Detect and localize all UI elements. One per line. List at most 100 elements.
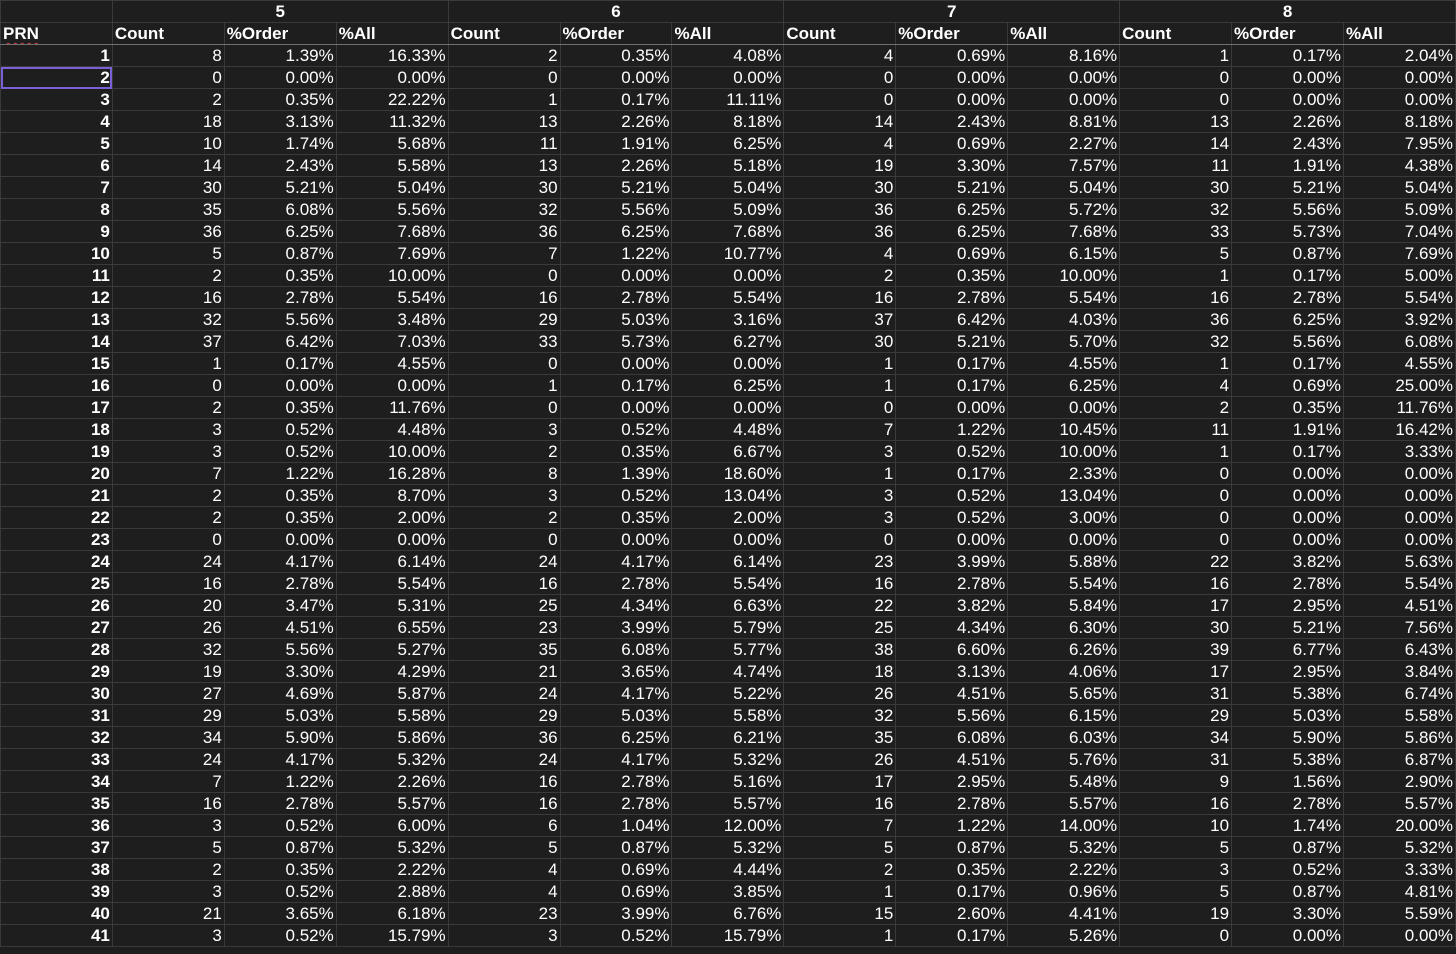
- count-cell[interactable]: 4: [447, 880, 561, 903]
- count-cell[interactable]: 3: [783, 506, 897, 529]
- order-pct-cell[interactable]: 1.91%: [559, 132, 673, 155]
- all-pct-cell[interactable]: 2.90%: [1342, 770, 1456, 793]
- all-pct-cell[interactable]: 3.48%: [335, 308, 449, 331]
- all-pct-cell[interactable]: 5.04%: [335, 176, 449, 199]
- count-cell[interactable]: 2: [447, 44, 561, 67]
- all-pct-cell[interactable]: 6.25%: [1007, 374, 1121, 397]
- count-cell[interactable]: 9: [1119, 770, 1233, 793]
- count-cell[interactable]: 7: [783, 814, 897, 837]
- count-cell[interactable]: 36: [783, 220, 897, 243]
- count-cell[interactable]: 21: [111, 902, 225, 925]
- count-cell[interactable]: 5: [1119, 242, 1233, 265]
- count-cell[interactable]: 16: [447, 770, 561, 793]
- count-cell[interactable]: 8: [111, 44, 225, 67]
- count-cell[interactable]: 17: [1119, 594, 1233, 617]
- order-pct-cell[interactable]: 5.03%: [223, 704, 337, 727]
- all-pct-cell[interactable]: 6.14%: [335, 550, 449, 573]
- prn-cell[interactable]: 22: [0, 506, 113, 529]
- all-pct-cell[interactable]: 5.63%: [1342, 550, 1456, 573]
- order-pct-cell[interactable]: 2.78%: [895, 792, 1009, 815]
- all-pct-cell[interactable]: 0.00%: [1007, 88, 1121, 111]
- order-pct-cell[interactable]: 0.35%: [223, 484, 337, 507]
- count-cell[interactable]: 5: [111, 836, 225, 859]
- all-pct-cell[interactable]: 12.00%: [671, 814, 785, 837]
- count-cell[interactable]: 30: [783, 176, 897, 199]
- all-pct-cell[interactable]: 16.33%: [335, 44, 449, 67]
- count-cell[interactable]: 5: [447, 836, 561, 859]
- count-cell[interactable]: 2: [111, 264, 225, 287]
- all-pct-cell[interactable]: 5.09%: [1342, 198, 1456, 221]
- order-pct-cell[interactable]: 1.56%: [1231, 770, 1344, 793]
- all-pct-cell[interactable]: 4.81%: [1342, 880, 1456, 903]
- all-pct-cell[interactable]: 5.04%: [671, 176, 785, 199]
- count-cell[interactable]: 23: [447, 616, 561, 639]
- count-cell[interactable]: 0: [447, 528, 561, 551]
- count-cell[interactable]: 15: [783, 902, 897, 925]
- all-pct-cell[interactable]: 20.00%: [1342, 814, 1456, 837]
- all-pct-cell[interactable]: 4.48%: [335, 418, 449, 441]
- order-pct-cell[interactable]: 0.87%: [559, 836, 673, 859]
- all-pct-cell[interactable]: 5.58%: [1342, 704, 1456, 727]
- count-cell[interactable]: 35: [111, 198, 225, 221]
- all-pct-cell[interactable]: 4.41%: [1007, 902, 1121, 925]
- order-pct-cell[interactable]: 4.17%: [223, 748, 337, 771]
- count-cell[interactable]: 3: [447, 924, 561, 947]
- prn-cell[interactable]: 21: [0, 484, 113, 507]
- group-header-7[interactable]: 7: [783, 0, 1121, 23]
- count-cell[interactable]: 17: [783, 770, 897, 793]
- all-pct-cell[interactable]: 11.32%: [335, 110, 449, 133]
- all-pct-cell[interactable]: 4.55%: [1007, 352, 1121, 375]
- count-cell[interactable]: 35: [783, 726, 897, 749]
- all-pct-cell[interactable]: 5.32%: [1342, 836, 1456, 859]
- all-pct-cell[interactable]: 6.30%: [1007, 616, 1121, 639]
- count-cell[interactable]: 17: [1119, 660, 1233, 683]
- count-cell[interactable]: 3: [111, 880, 225, 903]
- order-pct-cell[interactable]: 0.17%: [1231, 44, 1344, 67]
- count-cell[interactable]: 31: [1119, 682, 1233, 705]
- count-cell[interactable]: 0: [111, 66, 225, 89]
- order-pct-cell[interactable]: 4.51%: [223, 616, 337, 639]
- order-pct-cell[interactable]: 1.22%: [895, 418, 1009, 441]
- all-pct-cell[interactable]: 4.06%: [1007, 660, 1121, 683]
- order-pct-cell[interactable]: 1.74%: [223, 132, 337, 155]
- all-pct-cell[interactable]: 6.67%: [671, 440, 785, 463]
- order-pct-cell[interactable]: 0.87%: [895, 836, 1009, 859]
- all-pct-cell[interactable]: 0.00%: [671, 396, 785, 419]
- order-pct-cell[interactable]: 4.34%: [895, 616, 1009, 639]
- order-pct-cell[interactable]: 6.77%: [1231, 638, 1344, 661]
- order-pct-cell[interactable]: 5.73%: [1231, 220, 1344, 243]
- prn-cell[interactable]: 39: [0, 880, 113, 903]
- all-pct-cell[interactable]: 5.57%: [671, 792, 785, 815]
- count-cell[interactable]: 0: [447, 66, 561, 89]
- order-pct-cell[interactable]: 0.17%: [1231, 352, 1344, 375]
- prn-cell[interactable]: 7: [0, 176, 113, 199]
- order-pct-cell[interactable]: 2.95%: [1231, 594, 1344, 617]
- order-pct-cell[interactable]: 5.21%: [895, 176, 1009, 199]
- all-pct-cell[interactable]: 6.25%: [671, 132, 785, 155]
- all-pct-cell[interactable]: 10.77%: [671, 242, 785, 265]
- order-pct-cell[interactable]: 2.26%: [559, 154, 673, 177]
- order-pct-cell[interactable]: 6.25%: [1231, 308, 1344, 331]
- order-pct-cell[interactable]: 0.69%: [895, 44, 1009, 67]
- order-pct-cell[interactable]: 0.87%: [223, 242, 337, 265]
- count-cell[interactable]: 30: [111, 176, 225, 199]
- count-cell[interactable]: 27: [111, 682, 225, 705]
- order-pct-cell[interactable]: 3.47%: [223, 594, 337, 617]
- order-pct-cell[interactable]: 5.21%: [559, 176, 673, 199]
- order-pct-cell[interactable]: 3.99%: [559, 902, 673, 925]
- order-pct-cell[interactable]: 6.25%: [223, 220, 337, 243]
- prn-cell[interactable]: 34: [0, 770, 113, 793]
- all-pct-cell[interactable]: 11.11%: [671, 88, 785, 111]
- prn-cell[interactable]: 24: [0, 550, 113, 573]
- prn-cell[interactable]: 20: [0, 462, 113, 485]
- count-cell[interactable]: 2: [111, 484, 225, 507]
- all-pct-cell[interactable]: 5.77%: [671, 638, 785, 661]
- order-pct-cell[interactable]: 0.00%: [895, 88, 1009, 111]
- prn-cell[interactable]: 6: [0, 154, 113, 177]
- order-pct-cell[interactable]: 0.35%: [223, 88, 337, 111]
- all-pct-cell[interactable]: 8.70%: [335, 484, 449, 507]
- count-cell[interactable]: 26: [783, 748, 897, 771]
- all-pct-cell[interactable]: 5.04%: [1007, 176, 1121, 199]
- all-pct-cell[interactable]: 6.15%: [1007, 704, 1121, 727]
- all-pct-cell[interactable]: 5.58%: [335, 704, 449, 727]
